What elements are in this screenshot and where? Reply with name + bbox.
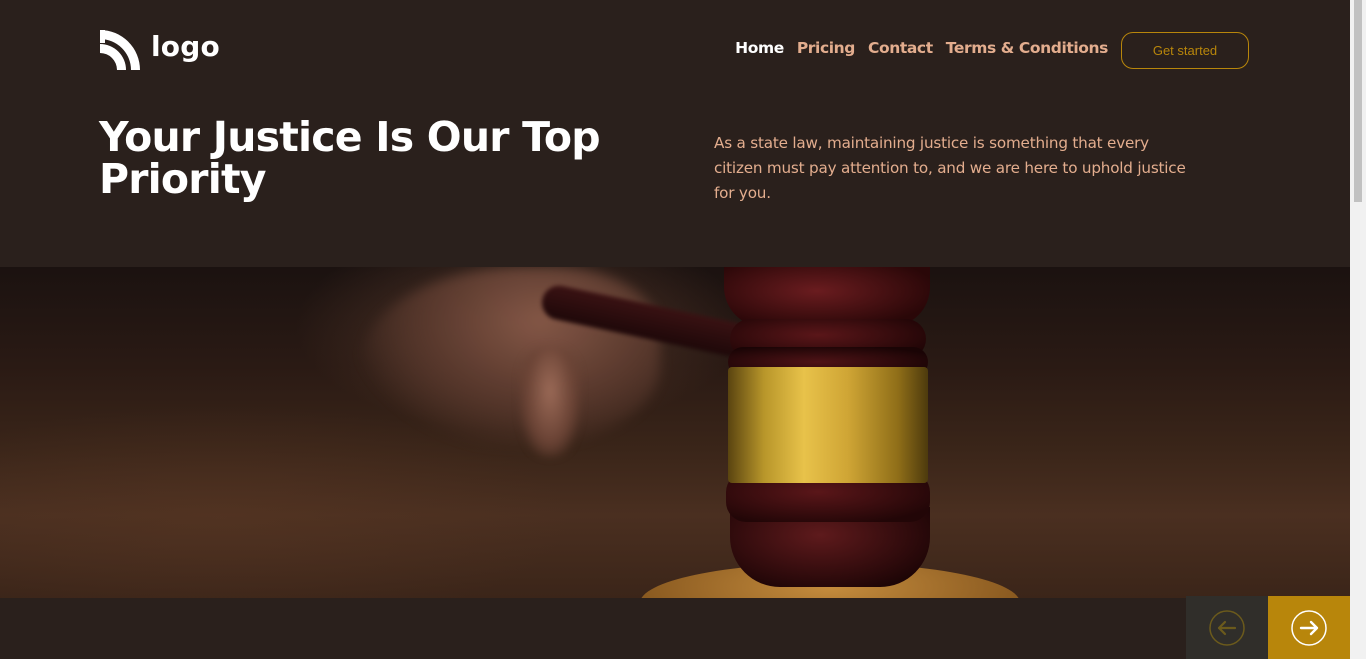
logo-text: logo [151, 30, 220, 63]
nav-home[interactable]: Home [735, 39, 784, 57]
hero-description: As a state law, maintaining justice is s… [714, 134, 1186, 202]
slider-next-button[interactable] [1268, 596, 1350, 659]
arrow-right-icon [1291, 609, 1327, 646]
arrow-left-icon [1209, 609, 1245, 646]
nav-contact[interactable]: Contact [868, 39, 933, 57]
hand-shape [360, 267, 660, 447]
finger-shape [520, 347, 580, 457]
gavel-head-top [724, 267, 930, 327]
rss-arcs-icon [100, 30, 140, 70]
slider-prev-button[interactable] [1186, 596, 1268, 659]
hero-image-gavel [0, 267, 1350, 598]
get-started-button[interactable]: Get started [1121, 32, 1249, 69]
scrollbar-thumb[interactable] [1354, 0, 1362, 202]
hero-title: Your Justice Is Our Top Priority [99, 113, 601, 203]
main-nav: Home Pricing Contact Terms & Conditions [735, 39, 1108, 57]
nav-terms-conditions[interactable]: Terms & Conditions [946, 39, 1109, 57]
page-scrollbar[interactable] [1350, 0, 1366, 659]
logo[interactable]: logo [99, 29, 220, 71]
gavel-gold-band [728, 367, 928, 483]
nav-pricing[interactable]: Pricing [797, 39, 856, 57]
page: logo Home Pricing Contact Terms & Condit… [0, 0, 1366, 659]
